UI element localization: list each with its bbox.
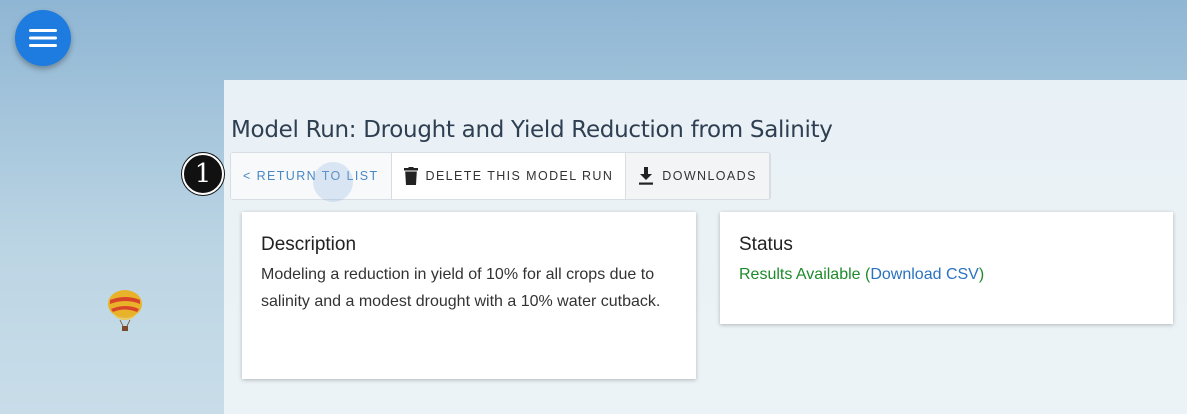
menu-button[interactable]	[15, 10, 71, 66]
return-to-list-button[interactable]: < RETURN TO LIST	[231, 153, 392, 199]
download-csv-link[interactable]: Download CSV	[870, 266, 979, 283]
trash-icon	[403, 167, 418, 185]
main-panel: Model Run: Drought and Yield Reduction f…	[224, 80, 1187, 414]
action-toolbar: < RETURN TO LIST DELETE THIS MODEL RUN D…	[230, 152, 771, 202]
status-card: Status Results Available (Download CSV)	[720, 212, 1173, 324]
downloads-label: DOWNLOADS	[662, 169, 757, 183]
hot-air-balloon-image	[108, 290, 142, 331]
delete-model-run-button[interactable]: DELETE THIS MODEL RUN	[392, 153, 627, 199]
download-icon	[639, 167, 654, 185]
status-line: Results Available (Download CSV)	[739, 261, 1154, 288]
page-title: Model Run: Drought and Yield Reduction f…	[231, 117, 833, 143]
description-card: Description Modeling a reduction in yiel…	[242, 212, 696, 379]
return-to-list-label: < RETURN TO LIST	[243, 169, 379, 183]
delete-model-run-label: DELETE THIS MODEL RUN	[425, 169, 614, 183]
status-heading: Status	[739, 234, 793, 255]
status-badge: Results Available	[739, 266, 861, 283]
description-text: Modeling a reduction in yield of 10% for…	[261, 266, 661, 310]
downloads-button[interactable]: DOWNLOADS	[626, 153, 770, 199]
close-paren: )	[978, 266, 985, 283]
hamburger-menu-icon	[29, 29, 57, 47]
step-marker: 1	[182, 153, 224, 195]
description-heading: Description	[261, 234, 357, 255]
